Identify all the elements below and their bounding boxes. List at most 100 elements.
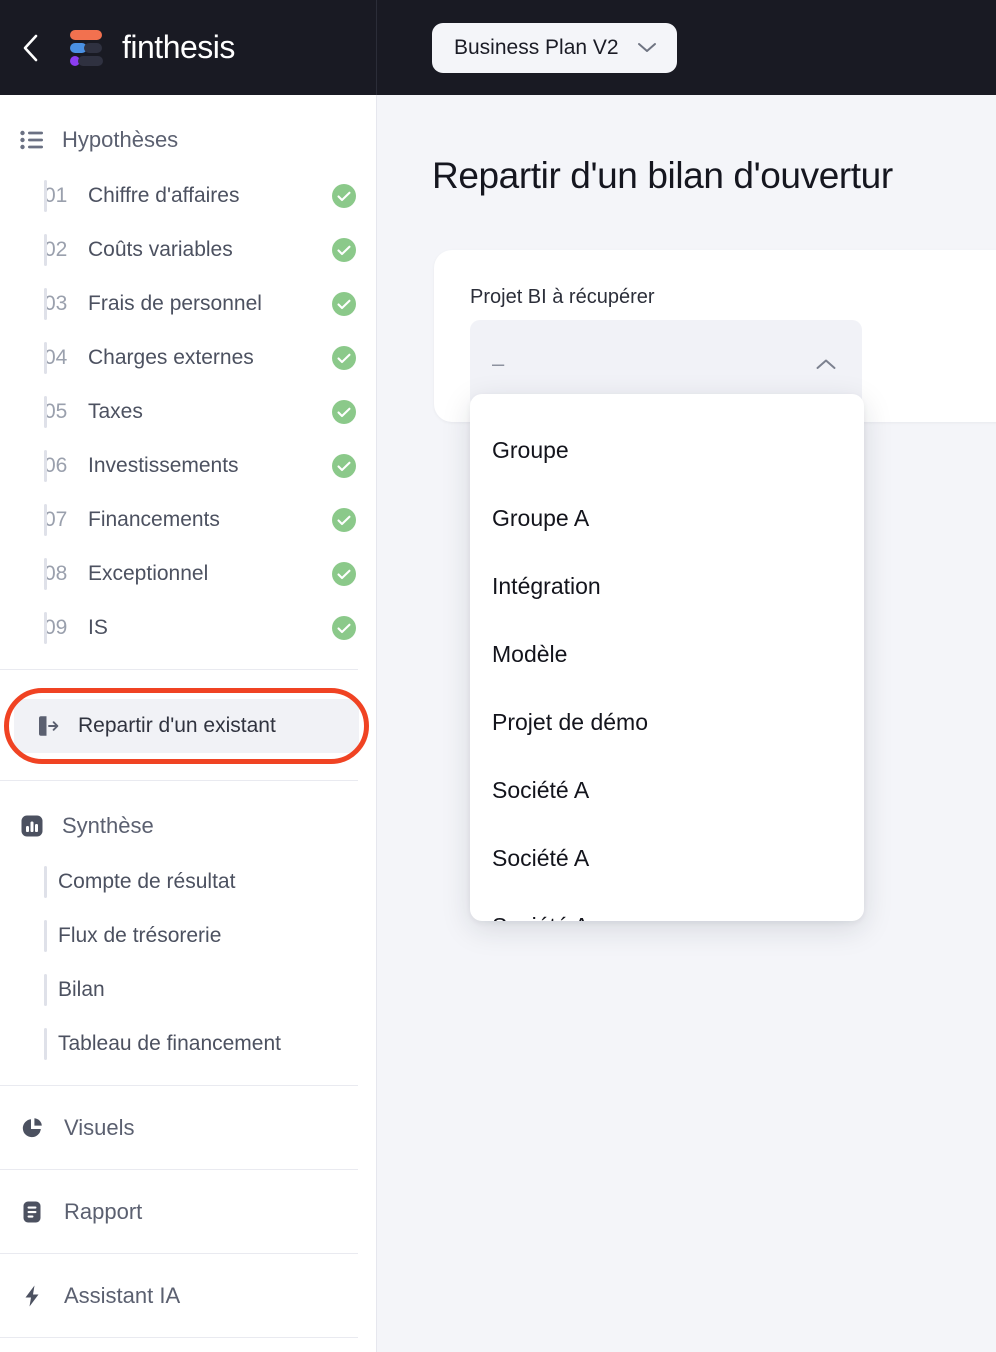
document-icon (20, 1200, 44, 1224)
plan-selector[interactable]: Business Plan V2 (432, 22, 677, 73)
check-icon (332, 238, 356, 262)
export-arrow-icon (36, 714, 60, 738)
check-icon (332, 292, 356, 316)
item-label: Bilan (58, 978, 105, 1001)
sidebar-item-charges-externes[interactable]: 04 Charges externes (0, 331, 376, 385)
check-icon (332, 400, 356, 424)
dropdown-option-projet-de-demo[interactable]: Projet de démo (470, 688, 864, 756)
item-label: Investissements (88, 454, 239, 477)
projet-bi-dropdown[interactable]: Groupe Groupe A Intégration Modèle Proje… (470, 394, 864, 921)
item-number: 04 (44, 346, 68, 369)
main-content: Repartir d'un bilan d'ouvertur Projet BI… (377, 95, 996, 1352)
item-tick (44, 974, 47, 1006)
dropdown-option-groupe[interactable]: Groupe (470, 416, 864, 484)
sidebar: Hypothèses 01 Chiffre d'affaires 02 Coût… (0, 95, 377, 1352)
item-tick (44, 558, 47, 590)
item-label: Coûts variables (88, 238, 233, 261)
sidebar-item-financements[interactable]: 07 Financements (0, 493, 376, 547)
item-number: 07 (44, 508, 68, 531)
repartir-highlight-wrapper: Repartir d'un existant (0, 688, 376, 766)
check-icon (332, 184, 356, 208)
item-number: 06 (44, 454, 68, 477)
sidebar-item-couts-variables[interactable]: 02 Coûts variables (0, 223, 376, 277)
top-bar-brand-area: finthesis (0, 0, 377, 95)
item-tick (44, 288, 47, 320)
sidebar-section-hypotheses[interactable]: Hypothèses (0, 111, 376, 169)
sidebar-item-assistant-ia[interactable]: Assistant IA (0, 1254, 376, 1337)
sidebar-section-title: Hypothèses (62, 127, 179, 152)
sidebar-item-label: Visuels (64, 1114, 135, 1140)
item-label: Tableau de financement (58, 1032, 281, 1055)
item-number: 05 (44, 400, 68, 423)
check-icon (332, 508, 356, 532)
plan-selector-label: Business Plan V2 (454, 35, 619, 59)
page-title: Repartir d'un bilan d'ouvertur (432, 155, 893, 196)
sidebar-item-frais-de-personnel[interactable]: 03 Frais de personnel (0, 277, 376, 331)
item-number: 02 (44, 238, 68, 261)
check-icon (332, 562, 356, 586)
chevron-up-icon (816, 359, 836, 369)
item-label: IS (88, 616, 108, 639)
item-tick (44, 234, 47, 266)
dropdown-option-societe-a-1[interactable]: Société A (470, 756, 864, 824)
brand-name: finthesis (122, 29, 235, 65)
dropdown-option-modele[interactable]: Modèle (470, 620, 864, 688)
sidebar-item-visuels[interactable]: Visuels (0, 1086, 376, 1169)
dropdown-option-groupe-a[interactable]: Groupe A (470, 484, 864, 552)
item-label: Compte de résultat (58, 870, 236, 893)
item-tick (44, 342, 47, 374)
chevron-down-icon (637, 43, 656, 52)
lightning-bolt-icon (20, 1284, 44, 1308)
select-value: – (492, 351, 505, 376)
sidebar-divider (0, 669, 358, 670)
sidebar-section-title: Synthèse (62, 813, 154, 838)
item-tick (44, 396, 47, 428)
sidebar-item-chiffre-daffaires[interactable]: 01 Chiffre d'affaires (0, 169, 376, 223)
brand-logo[interactable]: finthesis (70, 29, 235, 66)
item-tick (44, 450, 47, 482)
sidebar-item-taxes[interactable]: 05 Taxes (0, 385, 376, 439)
chevron-left-icon (23, 34, 38, 61)
sidebar-divider (0, 780, 358, 781)
item-label: Financements (88, 508, 220, 531)
check-icon (332, 454, 356, 478)
sidebar-item-exceptionnel[interactable]: 08 Exceptionnel (0, 547, 376, 601)
sidebar-divider (0, 1337, 358, 1338)
top-bar-right: Business Plan V2 (377, 0, 996, 95)
item-label: Chiffre d'affaires (88, 184, 240, 207)
sidebar-item-bilan[interactable]: Bilan (0, 963, 376, 1017)
item-number: 03 (44, 292, 68, 315)
dropdown-option-societe-a-2[interactable]: Société A (470, 824, 864, 892)
back-button[interactable] (14, 31, 48, 65)
sidebar-item-flux-de-tresorerie[interactable]: Flux de trésorerie (0, 909, 376, 963)
item-tick (44, 180, 47, 212)
app-root: finthesis Business Plan V2 Hypothèses 01… (0, 0, 996, 1352)
sidebar-item-repartir-dun-existant[interactable]: Repartir d'un existant (14, 699, 359, 753)
sidebar-section-synthese[interactable]: Synthèse (0, 797, 376, 855)
dropdown-option-integration[interactable]: Intégration (470, 552, 864, 620)
item-tick (44, 920, 47, 952)
item-tick (44, 1028, 47, 1060)
item-tick (44, 504, 47, 536)
field-label-projet-bi: Projet BI à récupérer (470, 286, 655, 308)
pie-chart-icon (20, 1116, 44, 1140)
sidebar-item-is[interactable]: 09 IS (0, 601, 376, 655)
sidebar-item-compte-de-resultat[interactable]: Compte de résultat (0, 855, 376, 909)
dropdown-option-societe-a-3[interactable]: Société A (470, 892, 864, 922)
item-label: Exceptionnel (88, 562, 209, 585)
sidebar-item-rapport[interactable]: Rapport (0, 1170, 376, 1253)
list-icon (20, 130, 44, 150)
item-tick (44, 612, 47, 644)
synthese-list: Compte de résultat Flux de trésorerie Bi… (0, 855, 376, 1071)
item-label: Frais de personnel (88, 292, 262, 315)
sidebar-item-label: Repartir d'un existant (78, 714, 276, 737)
item-number: 08 (44, 562, 68, 585)
item-number: 09 (44, 616, 68, 639)
item-number: 01 (44, 184, 68, 207)
dropdown-options-list: Groupe Groupe A Intégration Modèle Proje… (470, 394, 864, 922)
sidebar-item-tableau-de-financement[interactable]: Tableau de financement (0, 1017, 376, 1071)
finthesis-logo-icon (70, 29, 108, 66)
sidebar-item-label: Rapport (64, 1198, 143, 1224)
check-icon (332, 616, 356, 640)
sidebar-item-investissements[interactable]: 06 Investissements (0, 439, 376, 493)
